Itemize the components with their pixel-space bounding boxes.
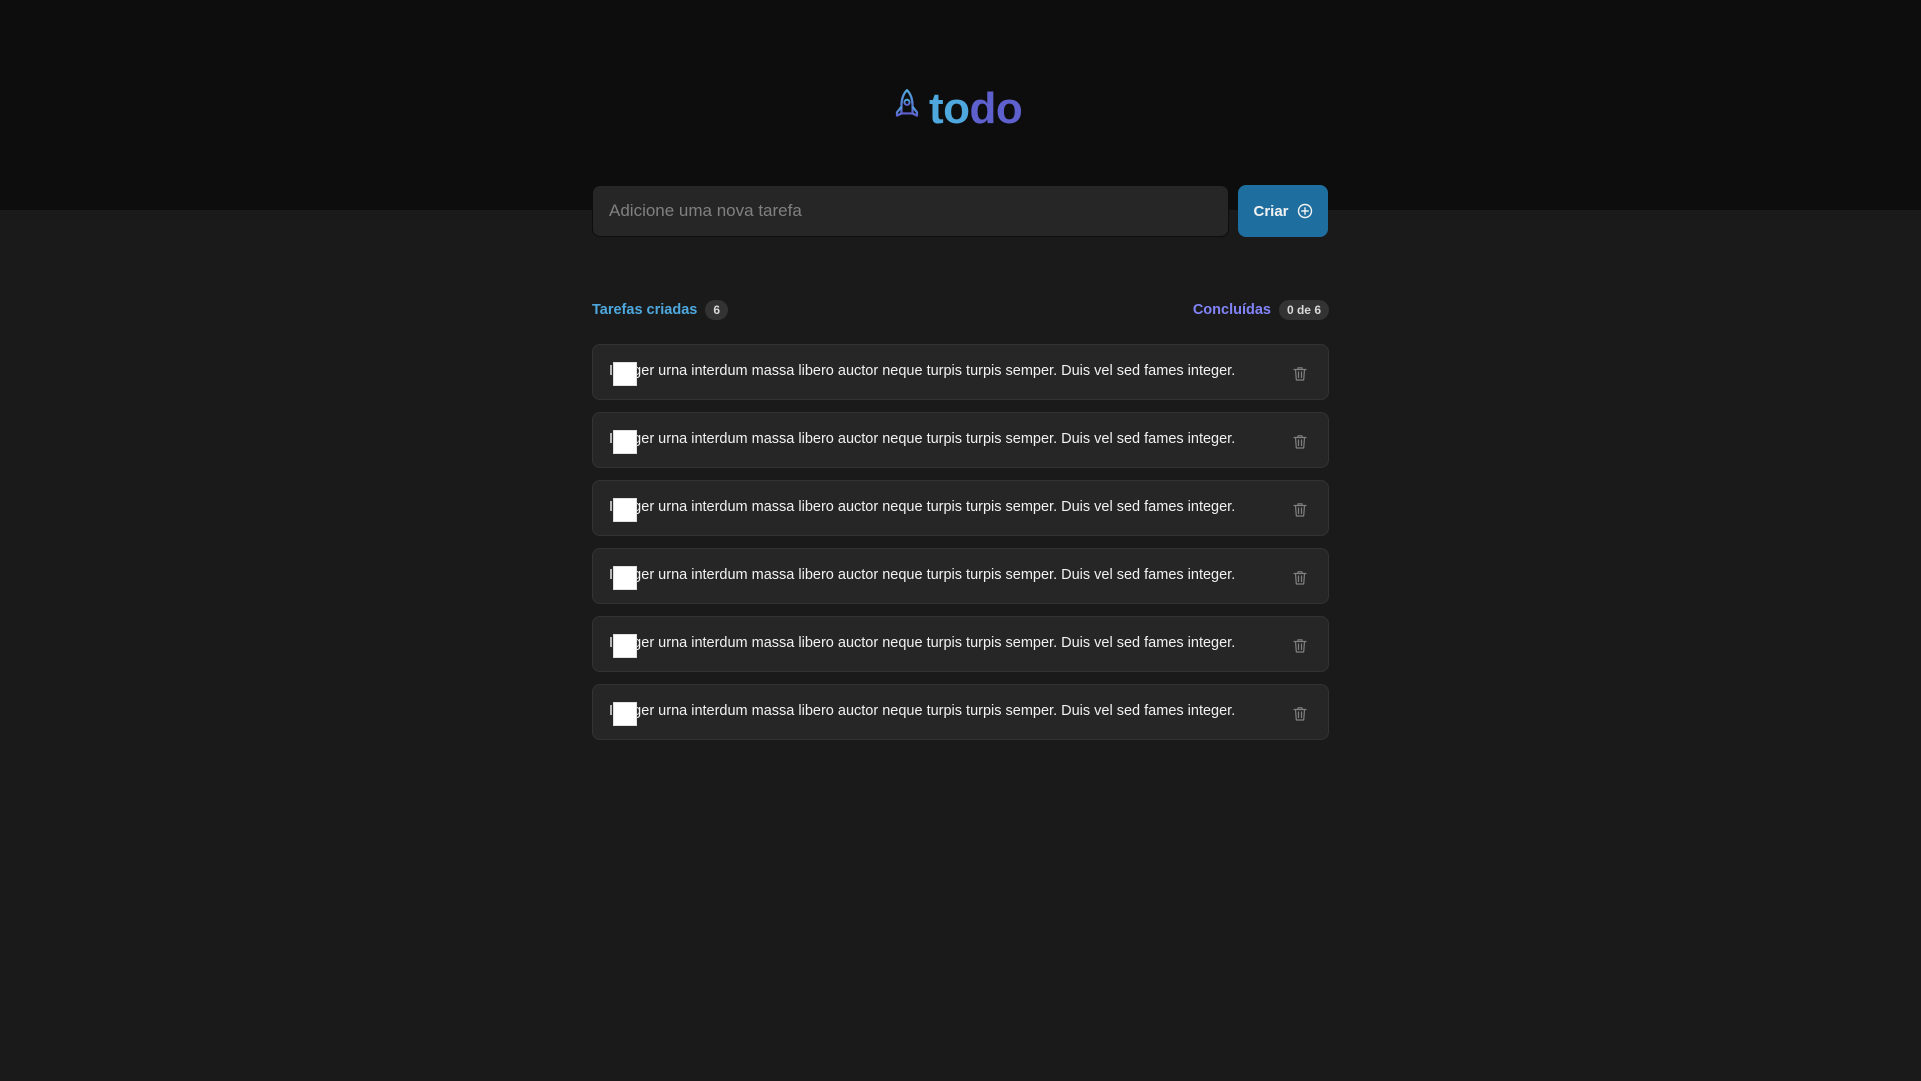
header: todo bbox=[0, 0, 1921, 210]
rocket-icon bbox=[895, 89, 919, 129]
task-text: Integer urna interdum massa libero aucto… bbox=[609, 703, 1236, 719]
task-text: Integer urna interdum massa libero aucto… bbox=[609, 363, 1236, 379]
delete-task-button[interactable] bbox=[1288, 633, 1312, 657]
create-button-label: Criar bbox=[1253, 202, 1289, 220]
app-title-part-do: do bbox=[969, 84, 1023, 133]
trash-icon bbox=[1293, 434, 1307, 449]
created-count-badge: 6 bbox=[705, 300, 729, 320]
task-checkbox[interactable] bbox=[613, 566, 637, 590]
task-list: Integer urna interdum massa libero aucto… bbox=[592, 344, 1329, 752]
task-checkbox[interactable] bbox=[613, 702, 637, 726]
new-task-input[interactable] bbox=[592, 185, 1229, 237]
trash-icon bbox=[1293, 570, 1307, 585]
delete-task-button[interactable] bbox=[1288, 361, 1312, 385]
plus-circle-icon bbox=[1297, 203, 1312, 219]
task-summary: Tarefas criadas 6 Concluídas 0 de 6 bbox=[592, 299, 1329, 321]
trash-icon bbox=[1293, 638, 1307, 653]
task-text: Integer urna interdum massa libero aucto… bbox=[609, 499, 1236, 515]
task-item: Integer urna interdum massa libero aucto… bbox=[592, 412, 1329, 468]
done-label: Concluídas bbox=[1192, 302, 1271, 318]
app-root: todo Criar Tarefas criadas 6 Concluídas … bbox=[0, 0, 1921, 1081]
task-item: Integer urna interdum massa libero aucto… bbox=[592, 548, 1329, 604]
created-label: Tarefas criadas bbox=[592, 302, 698, 318]
task-text: Integer urna interdum massa libero aucto… bbox=[609, 635, 1236, 651]
created-counter: Tarefas criadas 6 bbox=[592, 300, 729, 320]
task-item: Integer urna interdum massa libero aucto… bbox=[592, 344, 1329, 400]
task-checkbox[interactable] bbox=[613, 634, 637, 658]
task-item: Integer urna interdum massa libero aucto… bbox=[592, 684, 1329, 740]
trash-icon bbox=[1293, 502, 1307, 517]
create-button[interactable]: Criar bbox=[1238, 185, 1328, 237]
trash-icon bbox=[1293, 366, 1307, 381]
delete-task-button[interactable] bbox=[1288, 429, 1312, 453]
logo: todo bbox=[893, 84, 1023, 134]
delete-task-button[interactable] bbox=[1288, 701, 1312, 725]
task-text: Integer urna interdum massa libero aucto… bbox=[609, 567, 1236, 583]
done-count-badge: 0 de 6 bbox=[1278, 300, 1329, 320]
task-text: Integer urna interdum massa libero aucto… bbox=[609, 431, 1236, 447]
delete-task-button[interactable] bbox=[1288, 497, 1312, 521]
trash-icon bbox=[1293, 706, 1307, 721]
task-checkbox[interactable] bbox=[613, 498, 637, 522]
task-checkbox[interactable] bbox=[613, 430, 637, 454]
new-task-form: Criar bbox=[592, 185, 1329, 237]
done-counter: Concluídas 0 de 6 bbox=[1193, 300, 1329, 320]
app-title: todo bbox=[929, 84, 1023, 133]
delete-task-button[interactable] bbox=[1288, 565, 1312, 589]
task-item: Integer urna interdum massa libero aucto… bbox=[592, 480, 1329, 536]
task-checkbox[interactable] bbox=[613, 362, 637, 386]
app-title-part-to: to bbox=[929, 84, 970, 133]
task-item: Integer urna interdum massa libero aucto… bbox=[592, 616, 1329, 672]
